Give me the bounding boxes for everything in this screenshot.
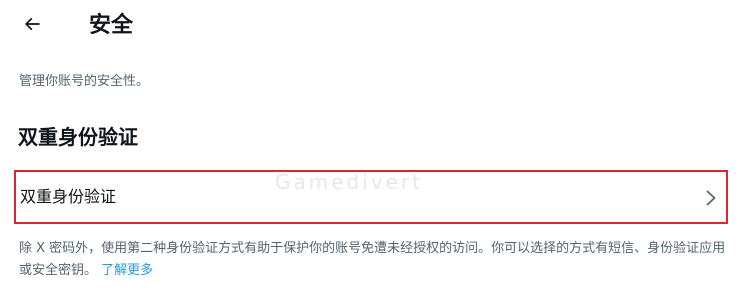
top-bar: 安全: [0, 0, 739, 52]
two-factor-auth-row[interactable]: 双重身份验证: [14, 170, 728, 224]
back-button[interactable]: [14, 10, 50, 42]
learn-more-link[interactable]: 了解更多: [101, 263, 153, 278]
chevron-right-icon: [702, 188, 720, 208]
arrow-left-icon: [22, 14, 42, 38]
two-factor-auth-label: 双重身份验证: [20, 187, 117, 206]
section-title: 双重身份验证: [18, 125, 138, 149]
page-title: 安全: [89, 13, 134, 38]
page-subtitle: 管理你账号的安全性。: [19, 74, 150, 89]
two-factor-description: 除 X 密码外，使用第二种身份验证方式有助于保护你的账号免遭未经授权的访问。你可…: [19, 238, 729, 282]
